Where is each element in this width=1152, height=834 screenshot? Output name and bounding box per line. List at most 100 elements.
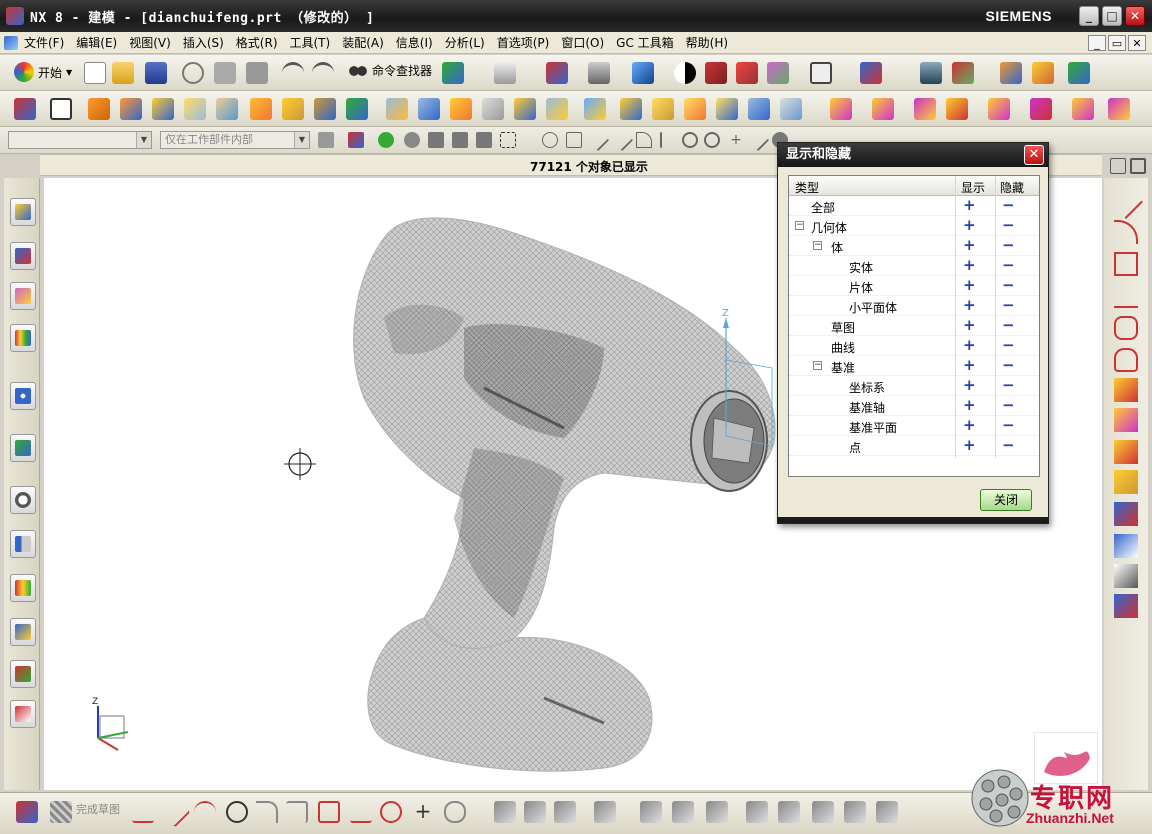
- sketch-cross-icon[interactable]: +: [412, 801, 434, 823]
- menu-info[interactable]: 信息(I): [390, 34, 439, 51]
- analysis-icon[interactable]: [1032, 62, 1054, 84]
- offset-face-icon[interactable]: [584, 98, 606, 120]
- curve-select-icon[interactable]: [476, 132, 492, 148]
- menu-file[interactable]: 文件(F): [20, 34, 70, 51]
- hide-button[interactable]: −: [1002, 238, 1015, 253]
- system-scene-button[interactable]: [10, 700, 36, 728]
- polygon-icon[interactable]: [1114, 316, 1138, 340]
- fit-icon[interactable]: [1110, 158, 1126, 174]
- menu-tools[interactable]: 工具(T): [284, 34, 337, 51]
- boss-icon[interactable]: [184, 98, 206, 120]
- show-button[interactable]: +: [963, 278, 976, 293]
- sketch-point-icon[interactable]: [380, 801, 402, 823]
- revolve-icon[interactable]: [120, 98, 142, 120]
- start-button[interactable]: 开始 ▼: [14, 62, 72, 82]
- mdi-minimize-button[interactable]: _: [1088, 35, 1106, 51]
- part-navigator-button[interactable]: [10, 282, 36, 310]
- undo-icon[interactable]: [282, 62, 304, 84]
- sketch-icon[interactable]: [14, 98, 36, 120]
- constraint-icon[interactable]: [706, 801, 728, 823]
- menu-view[interactable]: 视图(V): [123, 34, 177, 51]
- nx-app-icon[interactable]: [6, 7, 24, 25]
- roles-button[interactable]: [10, 660, 36, 688]
- snap-midpoint-icon[interactable]: [566, 132, 582, 148]
- redo-icon[interactable]: [312, 62, 334, 84]
- chamfer-icon[interactable]: [482, 98, 504, 120]
- split-body-icon[interactable]: [418, 98, 440, 120]
- render-style-icon[interactable]: [588, 62, 610, 84]
- save-icon[interactable]: [145, 62, 167, 84]
- dialog-title-bar[interactable]: 显示和隐藏 ✕: [778, 143, 1048, 167]
- show-button[interactable]: +: [963, 298, 976, 313]
- history-button[interactable]: [10, 486, 36, 514]
- convert-reference-icon[interactable]: [812, 801, 834, 823]
- pattern-sketch-icon[interactable]: [524, 801, 546, 823]
- through-curves-icon[interactable]: [684, 98, 706, 120]
- layer-settings-icon[interactable]: [920, 62, 942, 84]
- show-button[interactable]: +: [963, 238, 976, 253]
- menu-window[interactable]: 窗口(O): [555, 34, 610, 51]
- alternate-solution-icon[interactable]: [844, 801, 866, 823]
- menu-preferences[interactable]: 首选项(P): [491, 34, 556, 51]
- sweep-icon[interactable]: [652, 98, 674, 120]
- sketch-settings-icon[interactable]: [876, 801, 898, 823]
- hide-button[interactable]: −: [1002, 378, 1015, 393]
- assembly-new-icon[interactable]: [872, 98, 894, 120]
- menu-edit[interactable]: 编辑(E): [70, 34, 123, 51]
- select-all-icon[interactable]: [348, 132, 364, 148]
- maximize-button[interactable]: □: [1102, 6, 1122, 26]
- offset-curve-icon[interactable]: [1114, 378, 1138, 402]
- section-curve-icon[interactable]: [1114, 502, 1138, 526]
- hide-button[interactable]: −: [1002, 278, 1015, 293]
- hole-icon[interactable]: [152, 98, 174, 120]
- groove-icon[interactable]: [314, 98, 336, 120]
- fillet-icon[interactable]: [256, 801, 278, 823]
- trim-body-icon[interactable]: [386, 98, 408, 120]
- command-finder-button[interactable]: 命令查找器: [348, 62, 432, 79]
- transform-icon[interactable]: [860, 62, 882, 84]
- snap-quadrant-icon[interactable]: [704, 132, 720, 148]
- hide-button[interactable]: −: [1002, 358, 1015, 373]
- finish-sketch-label[interactable]: 完成草图: [76, 801, 120, 817]
- menu-analysis[interactable]: 分析(L): [439, 34, 491, 51]
- mdi-close-button[interactable]: ✕: [1128, 35, 1146, 51]
- datum-plane-icon[interactable]: [50, 98, 72, 120]
- sketch-rectangle-icon[interactable]: [318, 801, 340, 823]
- array-icon[interactable]: [946, 98, 968, 120]
- assembly-add-icon[interactable]: [830, 98, 852, 120]
- hide-button[interactable]: −: [1002, 218, 1015, 233]
- point-icon[interactable]: [1114, 284, 1138, 308]
- explode-icon[interactable]: [1030, 98, 1052, 120]
- dimension-icon[interactable]: [672, 801, 694, 823]
- edge-blend-icon[interactable]: [450, 98, 472, 120]
- show-button[interactable]: +: [963, 338, 976, 353]
- hide-button[interactable]: −: [1002, 298, 1015, 313]
- profile-icon[interactable]: [132, 801, 154, 823]
- edit-section-icon[interactable]: [736, 62, 758, 84]
- project-curve-icon[interactable]: [1114, 440, 1138, 464]
- filter-settings-icon[interactable]: [318, 132, 334, 148]
- system-materials-button[interactable]: [10, 530, 36, 558]
- hide-button[interactable]: −: [1002, 438, 1015, 453]
- clip-section-icon[interactable]: [705, 62, 727, 84]
- snap-existing-point-icon[interactable]: +: [728, 132, 744, 148]
- mirror-sketch-icon[interactable]: [554, 801, 576, 823]
- trim-sketch-icon[interactable]: [594, 801, 616, 823]
- reuse-library-button[interactable]: [10, 324, 36, 352]
- shell-icon[interactable]: [514, 98, 536, 120]
- draft-icon[interactable]: [546, 98, 568, 120]
- mdi-restore-button[interactable]: ▭: [1108, 35, 1126, 51]
- dialog-close-icon[interactable]: ✕: [1024, 145, 1044, 165]
- drill-model[interactable]: [353, 217, 776, 772]
- pocket-icon[interactable]: [216, 98, 238, 120]
- layout-icon[interactable]: [810, 62, 832, 84]
- finish-sketch-icon[interactable]: [50, 801, 72, 823]
- show-constraint-icon[interactable]: [778, 801, 800, 823]
- zoom-window-icon[interactable]: [1130, 158, 1146, 174]
- hide-button[interactable]: −: [1002, 258, 1015, 273]
- ellipse-icon[interactable]: [1114, 348, 1138, 372]
- background-icon[interactable]: [674, 62, 696, 84]
- snap-center-icon[interactable]: [682, 132, 698, 148]
- sketch-arc-icon[interactable]: [194, 801, 216, 823]
- join-curve-icon[interactable]: [1114, 564, 1138, 588]
